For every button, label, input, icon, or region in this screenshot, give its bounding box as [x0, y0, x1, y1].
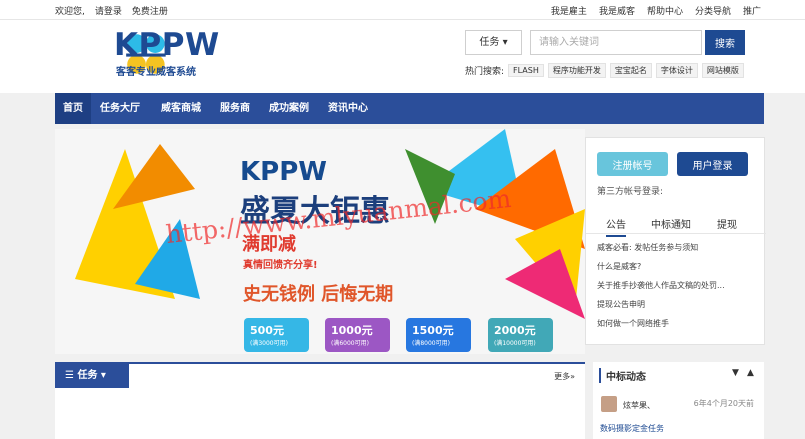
nav-mall[interactable]: 威客商城	[153, 93, 209, 124]
coupon-1000[interactable]: 1000元 (满6000可用)	[325, 318, 390, 352]
login-button[interactable]: 用户登录	[677, 152, 748, 176]
banner-share: 真情回馈齐分享!	[243, 260, 318, 271]
hot-search-item[interactable]: FLASH	[508, 64, 544, 77]
hot-search-item[interactable]: 网站模版	[701, 63, 744, 78]
hot-search-item[interactable]: 宝宝起名	[609, 63, 652, 78]
hot-search: 热门搜索: FLASH 程序功能开发 宝宝起名 字体设计 网站模版	[465, 63, 744, 78]
top-bar: 欢迎您, 请登录 免费注册 我是雇主 我是威客 帮助中心 分类导航 推广	[0, 0, 805, 20]
tab-bid[interactable]: 中标通知	[651, 216, 691, 231]
coupon-500[interactable]: 500元 (满3000可用)	[244, 318, 309, 352]
notice-tabs: 公告 中标通知 提现	[586, 212, 766, 237]
account-panel: 注册帐号 用户登录 第三方帐号登录: 公告 中标通知 提现 威客必看: 发帖任务…	[585, 137, 766, 345]
banner-brand: KPPW	[240, 157, 327, 187]
promotion-link[interactable]: 推广	[743, 4, 761, 17]
tab-withdraw[interactable]: 提现	[717, 216, 737, 231]
nav-news[interactable]: 资讯中心	[320, 93, 376, 124]
hot-search-label: 热门搜索:	[465, 67, 505, 77]
notice-item[interactable]: 威客必看: 发帖任务参与须知	[597, 238, 757, 257]
nav-home[interactable]: 首页	[55, 93, 91, 124]
notice-list: 威客必看: 发帖任务参与须知 什么是威客? 关于推手抄袭他人作品文稿的处罚...…	[597, 238, 757, 333]
bid-user[interactable]: 炫苹果、	[623, 400, 655, 411]
search-input[interactable]	[530, 30, 702, 55]
page: 欢迎您, 请登录 免费注册 我是雇主 我是威客 帮助中心 分类导航 推广 KPP…	[0, 0, 805, 439]
employer-menu[interactable]: 我是雇主	[551, 4, 587, 17]
tab-notice[interactable]: 公告	[606, 216, 626, 237]
third-party-login: 第三方帐号登录:	[597, 187, 664, 197]
search-type-select[interactable]: 任务 ▾	[465, 30, 522, 55]
bid-time: 6年4个月20天前	[693, 399, 754, 408]
nav-cases[interactable]: 成功案例	[261, 93, 317, 124]
notice-item[interactable]: 什么是威客?	[597, 257, 757, 276]
bid-job-link[interactable]: 数码摄影定金任务	[600, 423, 664, 434]
register-button[interactable]: 注册帐号	[597, 152, 668, 176]
task-tab[interactable]: ☰ 任务 ▾	[55, 364, 129, 388]
coupon-2000[interactable]: 2000元 (满10000可用)	[488, 318, 553, 352]
site-subtitle: 客客专业威客系统	[116, 67, 196, 78]
promo-banner[interactable]: KPPW 盛夏大钜惠 满即减 真情回馈齐分享! 史无钱例 后悔无期 500元 (满…	[55, 129, 585, 354]
nav-task-hall[interactable]: 任务大厅	[92, 93, 148, 124]
welcome-text: 欢迎您,	[55, 7, 85, 17]
help-link[interactable]: 帮助中心	[647, 4, 683, 17]
more-link[interactable]: 更多»	[554, 371, 575, 382]
bid-title: 中标动态	[599, 368, 646, 383]
category-menu[interactable]: 分类导航	[695, 4, 731, 17]
site-brand: KPPW	[114, 27, 220, 63]
scroll-up-icon[interactable]: ▲	[747, 368, 754, 378]
bid-panel: 中标动态 ▼ ▲ 炫苹果、 6年4个月20天前 数码摄影定金任务	[593, 362, 764, 439]
hot-search-item[interactable]: 程序功能开发	[547, 63, 606, 78]
coupon-1500[interactable]: 1500元 (满8000可用)	[406, 318, 471, 352]
hot-search-item[interactable]: 字体设计	[655, 63, 698, 78]
notice-item[interactable]: 关于推手抄袭他人作品文稿的处罚...	[597, 276, 757, 295]
worker-menu[interactable]: 我是威客	[599, 4, 635, 17]
search-button[interactable]: 搜索	[705, 30, 745, 55]
notice-item[interactable]: 提现公告申明	[597, 295, 757, 314]
task-panel: ☰ 任务 ▾ 更多»	[55, 362, 585, 439]
avatar	[601, 396, 617, 412]
login-link[interactable]: 请登录	[95, 4, 122, 17]
header: KPPW 客客专业威客系统 任务 ▾ 搜索 热门搜索: FLASH 程序功能开发…	[0, 20, 805, 93]
main-nav: 首页 任务大厅 威客商城 服务商 成功案例 资讯中心	[55, 93, 764, 124]
register-link[interactable]: 免费注册	[132, 4, 168, 17]
nav-provider[interactable]: 服务商	[212, 93, 258, 124]
banner-slogan: 史无钱例 后悔无期	[243, 284, 394, 305]
scroll-down-icon[interactable]: ▼	[732, 368, 739, 378]
notice-item[interactable]: 如何做一个网络推手	[597, 314, 757, 333]
